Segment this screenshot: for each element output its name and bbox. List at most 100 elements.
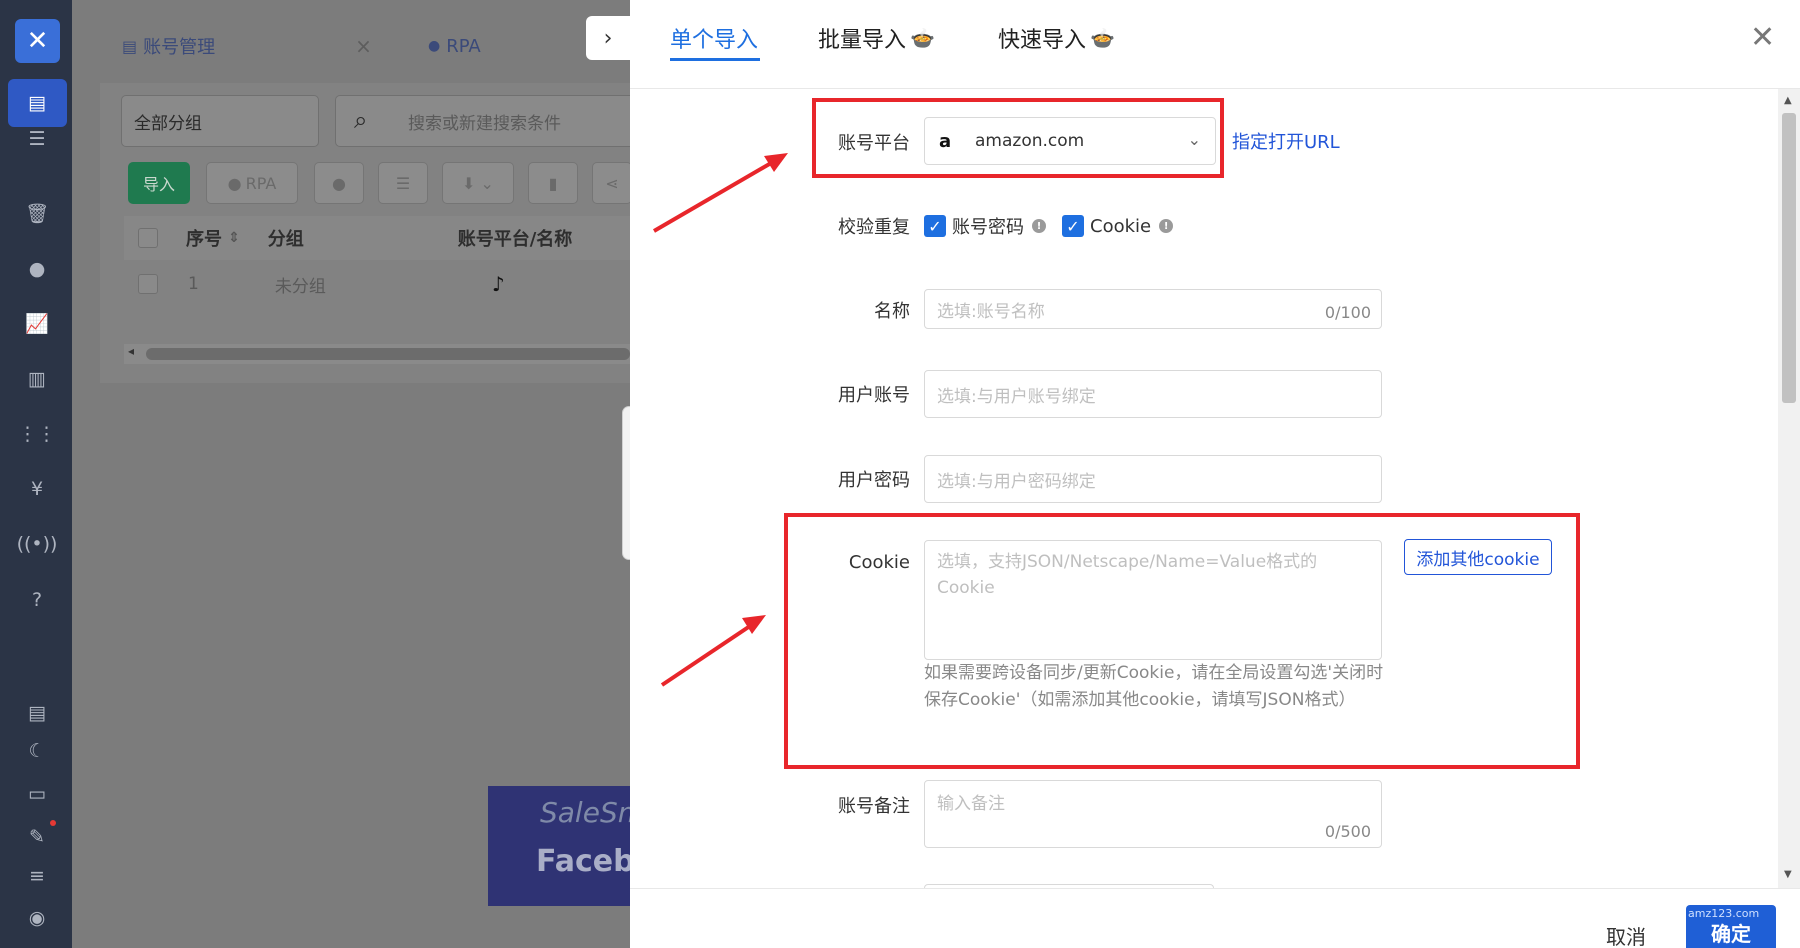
horizontal-scrollbar[interactable]: ◂ <box>124 344 630 364</box>
rpa-icon[interactable]: ● <box>21 256 53 282</box>
drawer-tabs: 单个导入 批量导入 🍲 快速导入 🍲 ✕ <box>630 0 1800 89</box>
active-tab-underline <box>670 58 760 61</box>
row-checkbox[interactable] <box>138 274 158 294</box>
app-tab-label: RPA <box>446 35 481 57</box>
dedupe-cookie-checkbox[interactable]: ✓ Cookie ! <box>1062 215 1174 237</box>
user-account-placeholder: 选填:与用户账号绑定 <box>937 386 1096 407</box>
user-password-placeholder: 选填:与用户密码绑定 <box>937 471 1096 492</box>
user-avatar-icon[interactable]: ◉ <box>21 905 53 931</box>
logo-icon[interactable]: ✕ <box>15 19 60 63</box>
apps-grid-icon[interactable]: ⋮⋮ <box>18 421 56 447</box>
account-list-icon[interactable]: ▤ <box>21 90 53 116</box>
user-account-label: 用户账号 <box>838 385 910 406</box>
specify-url-link[interactable]: 指定打开URL <box>1232 128 1340 154</box>
delete-icon[interactable]: ▮ <box>528 162 578 204</box>
building-icon[interactable]: ▥ <box>21 366 53 392</box>
select-all-checkbox[interactable] <box>138 228 158 248</box>
search-icon: ⌕ <box>354 106 368 134</box>
menu-icon[interactable]: ≡ <box>21 863 53 889</box>
server-icon[interactable]: ☰ <box>21 126 53 152</box>
chevron-right-icon: › <box>603 25 613 51</box>
user-password-label: 用户密码 <box>838 470 910 491</box>
help-icon[interactable]: ? <box>21 587 53 613</box>
table-row[interactable]: 1 未分组 ♪ <box>124 262 630 306</box>
close-icon[interactable]: ✕ <box>1750 20 1775 55</box>
banner-line2: Facebo <box>536 844 630 879</box>
import-button[interactable]: 导入 <box>128 162 190 204</box>
tab-quick-import[interactable]: 快速导入 🍲 <box>998 22 1115 54</box>
sort-icon[interactable]: ⇕ <box>228 230 240 246</box>
info-icon[interactable]: ! <box>1159 219 1174 233</box>
checkbox-label: 账号密码 <box>952 217 1024 238</box>
chart-icon[interactable]: 📈 <box>21 311 53 337</box>
signal-icon[interactable]: ((•)) <box>17 531 58 557</box>
scrollbar-thumb[interactable] <box>1782 113 1796 403</box>
toolbar-action-icon[interactable]: ● <box>314 162 364 204</box>
cancel-button[interactable]: 取消 <box>1606 921 1646 948</box>
highlight-box-cookie <box>784 513 1580 769</box>
scrollbar-thumb[interactable] <box>146 348 630 360</box>
pen-icon[interactable]: ✎ <box>21 824 53 850</box>
yen-icon[interactable]: ¥ <box>21 476 53 502</box>
col-group: 分组 <box>267 229 304 250</box>
app-root: ✕ ▤ ☰ 🗑 ● 📈 ▥ ⋮⋮ ¥ ((•)) ? ▤ ☾ ▭ ✎ ≡ ◉ ▤… <box>0 0 1800 948</box>
name-input[interactable]: 选填:账号名称 0/100 <box>924 289 1382 329</box>
drawer-vertical-scrollbar[interactable]: ▲ ▼ <box>1778 89 1800 889</box>
watermark: amz123.com <box>1688 907 1760 920</box>
app-tabbar: ▤ 账号管理 × ● RPA <box>102 20 642 72</box>
remark-counter: 0/500 <box>1324 822 1371 841</box>
tab-batch-import[interactable]: 批量导入 🍲 <box>818 22 935 54</box>
remark-textarea[interactable]: 输入备注 0/500 <box>924 780 1382 848</box>
table-header: 序号 ⇕ 分组 账号平台/名称 <box>124 216 630 260</box>
name-label: 名称 <box>874 301 910 322</box>
promo-banner[interactable]: SaleSm Facebo <box>488 786 630 906</box>
tab-single-import[interactable]: 单个导入 <box>670 22 758 54</box>
scroll-up-icon[interactable]: ▲ <box>1784 95 1792 106</box>
terminal-icon[interactable]: ▭ <box>21 781 53 807</box>
tab-label: 快速导入 <box>998 28 1087 53</box>
group-select[interactable]: 全部分组 <box>121 95 319 147</box>
app-tab-label: 账号管理 <box>143 37 216 58</box>
rpa-button[interactable]: ● RPA <box>206 162 298 204</box>
search-input[interactable]: ⌕ 搜索或新建搜索条件 <box>335 95 635 147</box>
drawer-footer: 取消 确定 amz123.com <box>630 888 1800 948</box>
app-tab-rpa[interactable]: ● RPA <box>428 20 481 72</box>
name-placeholder: 选填:账号名称 <box>937 301 1045 322</box>
col-index: 序号 <box>186 229 222 250</box>
toolbar-list-icon[interactable]: ☰ <box>378 162 428 204</box>
dedupe-options: ✓ 账号密码 ! ✓ Cookie ! <box>924 213 1174 239</box>
confirm-button-label: 确定 <box>1711 922 1751 946</box>
row-index: 1 <box>188 274 199 294</box>
notification-dot <box>50 820 56 826</box>
trash-icon[interactable]: 🗑 <box>21 201 53 227</box>
document-icon[interactable]: ▤ <box>21 700 53 726</box>
col-platform: 账号平台/名称 <box>457 229 573 250</box>
collapse-drawer-button[interactable]: › <box>586 16 630 60</box>
remark-placeholder: 输入备注 <box>937 794 1005 814</box>
checkbox-checked-icon: ✓ <box>924 215 946 237</box>
user-password-input[interactable]: 选填:与用户密码绑定 <box>924 455 1382 503</box>
info-icon[interactable]: ! <box>1032 219 1046 233</box>
share-icon[interactable]: ⋖ <box>592 162 632 204</box>
rpa-button-label: RPA <box>245 173 277 193</box>
hot-pot-icon: 🍲 <box>1090 26 1115 50</box>
app-tab-accounts[interactable]: ▤ 账号管理 × <box>122 20 372 72</box>
search-placeholder: 搜索或新建搜索条件 <box>408 113 561 134</box>
tiktok-icon: ♪ <box>491 272 505 296</box>
name-counter: 0/100 <box>1324 303 1371 322</box>
hot-pot-icon: 🍲 <box>910 26 935 50</box>
user-account-input[interactable]: 选填:与用户账号绑定 <box>924 370 1382 418</box>
banner-line1: SaleSm <box>540 796 630 829</box>
remark-label: 账号备注 <box>838 796 910 817</box>
moon-icon[interactable]: ☾ <box>21 738 53 764</box>
scroll-down-icon[interactable]: ▼ <box>1784 869 1792 880</box>
dedupe-account-password-checkbox[interactable]: ✓ 账号密码 ! <box>924 213 1046 239</box>
rpa-icon: ● <box>227 173 242 193</box>
download-dropdown-icon[interactable]: ⬇ ⌄ <box>442 162 514 204</box>
import-drawer: 单个导入 批量导入 🍲 快速导入 🍲 ✕ 账号平台 a amazon.com ⌄… <box>630 0 1800 948</box>
scroll-left-icon[interactable]: ◂ <box>128 344 134 358</box>
highlight-box-platform <box>812 98 1224 178</box>
dedupe-label: 校验重复 <box>838 217 910 238</box>
rpa-icon: ● <box>428 38 441 54</box>
close-icon[interactable]: × <box>355 34 372 58</box>
